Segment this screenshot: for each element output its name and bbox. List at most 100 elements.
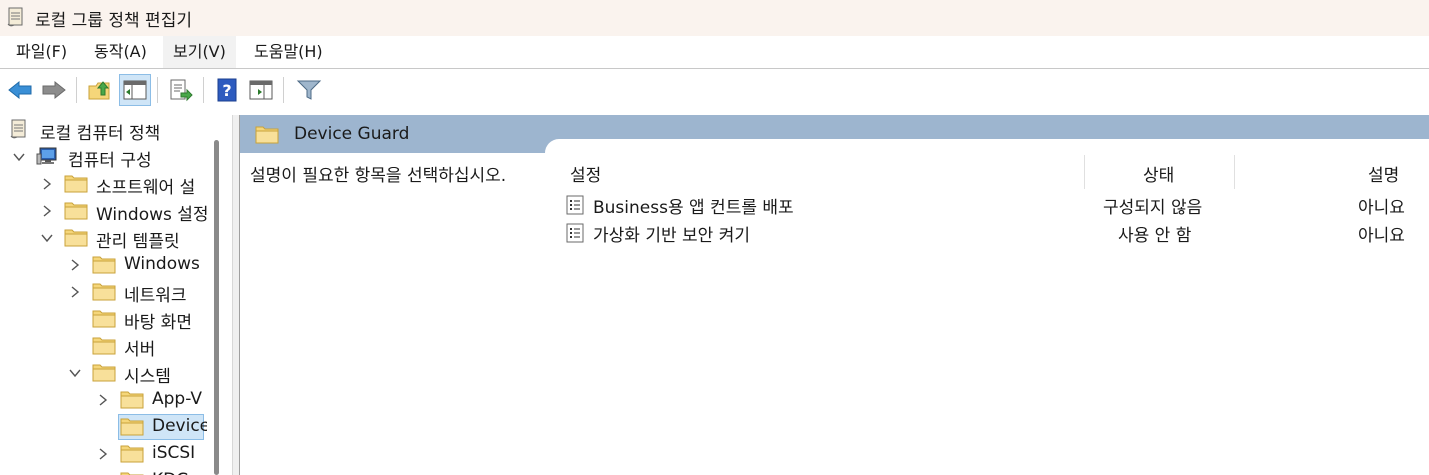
svg-text:?: ?	[222, 81, 231, 100]
help-button[interactable]: ?	[211, 74, 243, 106]
toolbar-separator	[203, 77, 204, 103]
tree-item[interactable]: KDC	[0, 468, 226, 475]
folder-icon	[120, 469, 144, 475]
up-folder-button[interactable]	[84, 74, 116, 106]
forward-icon	[42, 80, 66, 100]
folder-icon	[120, 442, 144, 464]
back-button[interactable]	[4, 74, 36, 106]
tree-item[interactable]: 네트워크	[0, 279, 226, 306]
pane-splitter[interactable]	[232, 115, 240, 475]
up-folder-icon	[88, 81, 110, 100]
policy-setting-icon	[566, 195, 584, 215]
back-icon	[8, 80, 32, 100]
description-text: 설명이 필요한 항목을 선택하십시오.	[250, 166, 507, 186]
column-header-setting[interactable]: 설정	[570, 161, 601, 186]
menu-bar: 파일(F) 동작(A) 보기(V) 도움말(H)	[0, 36, 1429, 68]
tree-item-label: 네트워크	[124, 286, 187, 306]
filter-icon	[296, 80, 322, 100]
menu-view[interactable]: 보기(V)	[163, 36, 236, 68]
show-hide-action-pane-icon	[249, 80, 273, 100]
title-bar: 로컬 그룹 정책 편집기	[0, 0, 1429, 36]
expand-chevron-icon[interactable]	[68, 284, 82, 300]
show-hide-tree-button[interactable]	[119, 74, 151, 106]
folder-icon	[92, 280, 116, 302]
folder-icon	[92, 361, 116, 383]
tree-item-label: 시스템	[124, 367, 171, 387]
show-hide-action-pane-button[interactable]	[245, 74, 277, 106]
folder-icon	[92, 307, 116, 329]
expand-chevron-icon[interactable]	[40, 203, 54, 219]
policy-row[interactable]: 가상화 기반 보안 켜기 사용 안 함 아니요	[566, 219, 1429, 247]
tree-scrollbar-thumb[interactable]	[214, 140, 219, 475]
details-header-title: Device Guard	[294, 124, 410, 144]
export-list-button[interactable]	[165, 74, 197, 106]
expand-chevron-icon[interactable]	[40, 176, 54, 192]
policy-state: 구성되지 않음	[1103, 198, 1203, 218]
column-header-comment[interactable]: 설명	[1368, 161, 1399, 186]
tree-item[interactable]: Windows 설정	[0, 198, 226, 225]
tree-item[interactable]: iSCSI	[0, 441, 226, 467]
folder-icon	[64, 199, 88, 221]
policy-editor-app-icon	[7, 7, 23, 27]
menu-action[interactable]: 동작(A)	[90, 36, 151, 68]
toolbar-separator	[157, 77, 158, 103]
tree-item[interactable]: 시스템	[0, 360, 226, 387]
expand-chevron-icon[interactable]	[96, 446, 110, 462]
filter-button[interactable]	[293, 74, 325, 106]
tree-item-label: 소프트웨어 설	[96, 178, 196, 198]
column-header-state[interactable]: 상태	[1143, 161, 1174, 186]
folder-icon	[120, 415, 144, 437]
folder-icon	[120, 388, 144, 410]
tree-item[interactable]: 소프트웨어 설	[0, 171, 226, 198]
tree-item-label: 관리 템플릿	[96, 232, 180, 252]
tree-item-label: 서버	[124, 340, 156, 360]
forward-button[interactable]	[38, 74, 70, 106]
toolbar-separator	[283, 77, 284, 103]
folder-icon	[92, 253, 116, 275]
folder-icon	[92, 334, 116, 356]
window-title: 로컬 그룹 정책 편집기	[35, 11, 192, 31]
show-hide-tree-icon	[123, 80, 147, 100]
collapse-chevron-icon[interactable]	[40, 230, 54, 246]
toolbar-separator	[76, 77, 77, 103]
details-pane: Device Guard 설명이 필요한 항목을 선택하십시오. 설정 상태 설…	[240, 115, 1429, 475]
computer-icon	[36, 145, 58, 167]
policy-state: 사용 안 함	[1118, 226, 1192, 246]
tree-pane[interactable]: 로컬 컴퓨터 정책컴퓨터 구성소프트웨어 설 Windows 설정관리 템플릿 Wi…	[0, 115, 226, 475]
export-list-icon	[170, 79, 193, 102]
tree-item-label: iSCSI	[152, 443, 196, 463]
extended-tab-notch	[545, 139, 1429, 153]
expand-chevron-icon[interactable]	[68, 257, 82, 273]
expand-chevron-icon[interactable]	[96, 392, 110, 408]
tree-item-label: Windows	[124, 254, 200, 274]
menu-help[interactable]: 도움말(H)	[250, 36, 327, 68]
folder-icon	[64, 172, 88, 194]
toolbar: ?	[0, 69, 1429, 111]
menu-file[interactable]: 파일(F)	[12, 36, 71, 68]
tree-item-label: Windows 설정	[96, 205, 209, 225]
tree-item[interactable]: 바탕 화면	[0, 306, 226, 333]
column-separator[interactable]	[1234, 155, 1235, 189]
tree-item-label: 컴퓨터 구성	[68, 151, 152, 171]
tree-item[interactable]: Windows	[0, 252, 226, 278]
collapse-chevron-icon[interactable]	[68, 365, 82, 381]
policy-name: Business용 앱 컨트롤 배포	[593, 198, 794, 218]
folder-icon	[255, 126, 279, 144]
tree-item[interactable]: 관리 템플릿	[0, 225, 226, 252]
tree-item[interactable]: 서버	[0, 333, 226, 360]
policy-comment: 아니요	[1358, 198, 1405, 218]
policy-row[interactable]: Business용 앱 컨트롤 배포 구성되지 않음 아니요	[566, 191, 1429, 219]
policy-setting-icon	[566, 223, 584, 243]
tree-item[interactable]: 컴퓨터 구성	[0, 144, 226, 171]
tree-item-label: 로컬 컴퓨터 정책	[40, 124, 161, 144]
tree-item[interactable]: Device	[0, 414, 226, 440]
tree-item[interactable]: 로컬 컴퓨터 정책	[0, 117, 226, 144]
folder-icon	[64, 226, 88, 248]
collapse-chevron-icon[interactable]	[12, 149, 26, 165]
policy-icon	[8, 118, 30, 140]
tree-item-label: App-V	[152, 389, 202, 409]
tree-item-label: KDC	[152, 470, 188, 475]
tree-item[interactable]: App-V	[0, 387, 226, 413]
help-icon: ?	[217, 78, 237, 102]
column-separator[interactable]	[1084, 155, 1085, 189]
